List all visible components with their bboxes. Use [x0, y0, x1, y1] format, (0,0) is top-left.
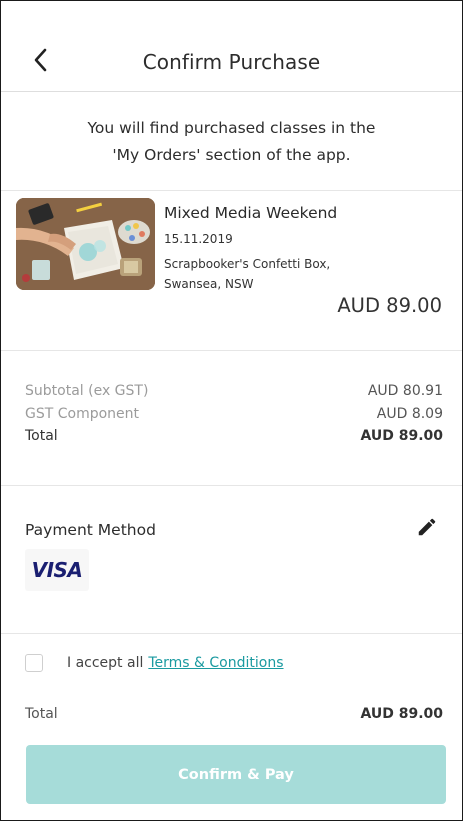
class-title: Mixed Media Weekend	[164, 204, 338, 222]
info-line-1: You will find purchased classes in the	[87, 119, 376, 137]
pencil-icon	[418, 518, 436, 536]
venue-line-1: Scrapbooker's Confetti Box,	[164, 257, 331, 271]
top-bar: Confirm Purchase	[1, 1, 462, 92]
venue-line-2: Swansea, NSW	[164, 277, 254, 291]
subtotal-label: Subtotal (ex GST)	[25, 383, 149, 399]
class-venue: Scrapbooker's Confetti Box, Swansea, NSW	[164, 254, 330, 294]
subtotal-row: Subtotal (ex GST) AUD 80.91	[25, 380, 443, 403]
gst-row: GST Component AUD 8.09	[25, 403, 443, 426]
payment-method-section: Payment Method VISA	[1, 486, 462, 634]
footer-total-value: AUD 89.00	[360, 706, 443, 722]
info-message: You will find purchased classes in the '…	[1, 92, 462, 191]
app-screen: Confirm Purchase You will find purchased…	[0, 0, 463, 821]
total-row: Total AUD 89.00	[25, 425, 443, 448]
footer-total-label: Total	[25, 706, 58, 722]
gst-label: GST Component	[25, 405, 140, 422]
total-label: Total	[25, 428, 58, 444]
accept-terms-checkbox[interactable]	[25, 654, 43, 672]
edit-payment-button[interactable]	[416, 516, 438, 538]
page-title: Confirm Purchase	[142, 50, 321, 74]
item-price: AUD 89.00	[337, 294, 442, 317]
payment-method-label: Payment Method	[25, 521, 156, 539]
order-item: Mixed Media Weekend 15.11.2019 Scrapbook…	[1, 191, 462, 351]
footer-total: Total AUD 89.00	[25, 706, 443, 722]
total-value: AUD 89.00	[360, 428, 443, 444]
class-date: 15.11.2019	[164, 232, 233, 246]
confirm-pay-button[interactable]: Confirm & Pay	[26, 745, 446, 804]
subtotal-value: AUD 80.91	[367, 383, 443, 399]
card-brand: VISA	[31, 558, 83, 582]
visa-card-icon: VISA	[25, 549, 89, 591]
price-summary: Subtotal (ex GST) AUD 80.91 GST Componen…	[1, 351, 462, 486]
terms-link[interactable]: Terms & Conditions	[148, 655, 283, 671]
class-photo-thumbnail	[16, 198, 155, 290]
terms-text: I accept all	[67, 655, 144, 671]
gst-value: AUD 8.09	[376, 405, 443, 422]
terms-row: I accept all Terms & Conditions	[25, 651, 284, 675]
info-line-2: 'My Orders' section of the app.	[112, 146, 351, 164]
